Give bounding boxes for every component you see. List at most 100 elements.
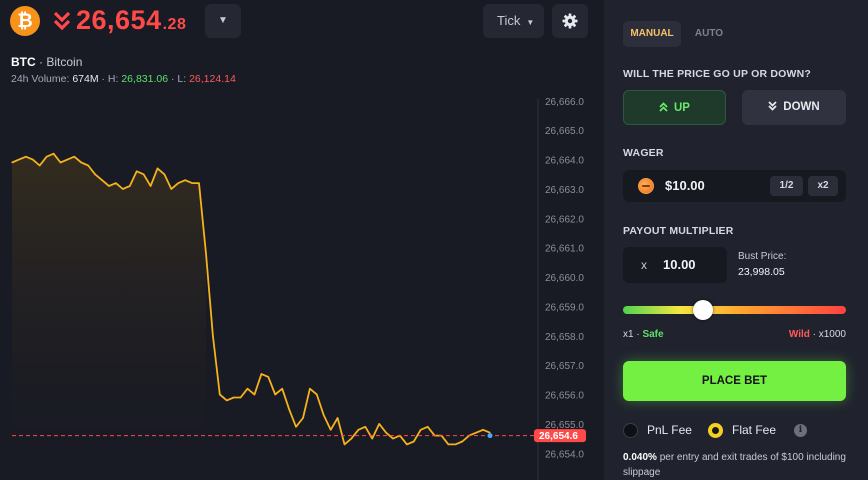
flat-fee-label[interactable]: Flat Fee [732, 423, 776, 438]
pnl-fee-radio[interactable] [623, 423, 638, 438]
price-point [378, 423, 380, 425]
half-wager-button[interactable]: 1/2 [770, 176, 803, 196]
price-point [73, 156, 75, 158]
price-point [87, 164, 89, 167]
range-min-value: x1 [623, 329, 634, 340]
wager-label: WAGER [623, 147, 664, 159]
price-point [413, 440, 415, 443]
symbol-dropdown[interactable]: ▼ [205, 4, 241, 38]
volume-label: 24h Volume: [11, 73, 70, 85]
price-point [295, 426, 297, 428]
price-point [274, 393, 276, 396]
up-button[interactable]: UP [623, 90, 726, 125]
caret-down-icon: ▼ [526, 18, 535, 27]
y-tick-label: 26,657.0 [545, 361, 584, 372]
coin-icon [638, 178, 654, 194]
place-bet-button[interactable]: PLACE BET [623, 361, 846, 401]
price-point [46, 156, 48, 158]
price-point [309, 388, 311, 390]
price-point [39, 164, 41, 167]
price-integer: 26,654 [76, 5, 162, 35]
price-point [350, 438, 352, 440]
bust-price-label: Bust Price: [738, 251, 787, 262]
down-label: DOWN [783, 101, 820, 113]
range-max-value: x1000 [818, 329, 846, 340]
price-point [233, 396, 235, 399]
price-point [302, 417, 304, 419]
multiplier-prefix: x [641, 258, 647, 272]
volume-value: 674M [72, 73, 99, 85]
price-decimals: .28 [162, 16, 187, 33]
pair-name: · Bitcoin [39, 55, 83, 69]
current-price-tag-label: 26,654.6 [539, 431, 578, 442]
price-point [212, 335, 214, 337]
price-point [385, 432, 387, 434]
price-point [288, 408, 290, 410]
y-tick-label: 26,659.0 [545, 302, 584, 313]
current-price: 26,654.28 [76, 5, 186, 36]
price-point [184, 179, 186, 181]
low-value: 26,124.14 [189, 73, 236, 85]
y-tick-label: 26,658.0 [545, 332, 584, 343]
range-max: Wild · x1000 [788, 329, 846, 340]
pnl-fee-label[interactable]: PnL Fee [647, 423, 692, 438]
y-tick-label: 26,664.0 [545, 156, 584, 167]
wager-value[interactable]: $10.00 [665, 170, 705, 202]
price-point [240, 396, 242, 399]
caret-down-icon: ▼ [218, 15, 228, 26]
multiplier-value[interactable]: 10.00 [663, 247, 696, 283]
price-point [170, 188, 172, 190]
price-point [205, 253, 207, 255]
price-point [136, 170, 138, 172]
y-tick-label: 26,660.0 [545, 273, 584, 284]
price-point [253, 393, 256, 396]
y-tick-label: 26,656.0 [545, 391, 584, 402]
tab-manual[interactable]: MANUAL [623, 21, 681, 47]
pair-stats: 24h Volume: 674M · H: 26,831.06 · L: 26,… [11, 73, 236, 85]
price-point [115, 182, 117, 184]
range-max-tag: Wild [788, 329, 810, 340]
double-chevron-down-icon [768, 101, 777, 111]
info-icon[interactable]: i [794, 424, 807, 437]
y-tick-label: 26,665.0 [545, 126, 584, 137]
price-point [122, 188, 124, 190]
settings-button[interactable] [552, 4, 588, 38]
price-point [59, 161, 62, 164]
price-point [330, 429, 332, 431]
wager-input[interactable]: $10.00 1/2 x2 [623, 170, 846, 202]
direction-question: WILL THE PRICE GO UP OR DOWN? [623, 68, 811, 80]
price-point [32, 159, 34, 161]
price-point [177, 182, 179, 184]
y-tick-label: 26,663.0 [545, 185, 584, 196]
y-tick-label: 26,666.0 [545, 97, 584, 108]
price-point [156, 167, 159, 169]
down-button[interactable]: DOWN [742, 90, 846, 125]
multiplier-input[interactable]: x 10.00 [623, 247, 727, 283]
flat-fee-radio[interactable] [708, 423, 723, 438]
price-point [53, 153, 55, 155]
price-point [18, 159, 20, 161]
double-wager-button[interactable]: x2 [808, 176, 838, 196]
bitcoin-icon: ₿ [10, 6, 40, 36]
slider-handle[interactable] [693, 300, 714, 320]
range-min: x1 · Safe [623, 329, 664, 340]
price-point [420, 429, 422, 431]
range-min-tag: Safe [642, 329, 664, 340]
price-point [11, 161, 13, 164]
price-point [66, 159, 68, 161]
tab-auto[interactable]: AUTO [689, 21, 729, 47]
price-point [108, 185, 110, 187]
price-chart[interactable]: 26,666.0 26,665.0 26,664.0 26,663.0 26,662.0… [0, 95, 604, 480]
price-point [364, 426, 366, 428]
payout-multiplier-label: PAYOUT MULTIPLIER [623, 225, 734, 237]
chart-type-dropdown[interactable]: Tick ▼ [483, 4, 544, 38]
fee-note-text: per entry and exit trades of $100 includ… [623, 452, 846, 478]
price-point [427, 426, 429, 428]
price-point [475, 432, 477, 434]
chart-pane: ₿ 26,654.28 ▼ Tick ▼ BTC · Bitcoin 24h Vo… [0, 0, 604, 480]
multiplier-slider[interactable] [623, 306, 846, 314]
chart-type-label: Tick [497, 13, 521, 28]
price-point [281, 388, 283, 390]
pair-title: BTC · Bitcoin [11, 55, 82, 69]
price-point [267, 376, 269, 378]
